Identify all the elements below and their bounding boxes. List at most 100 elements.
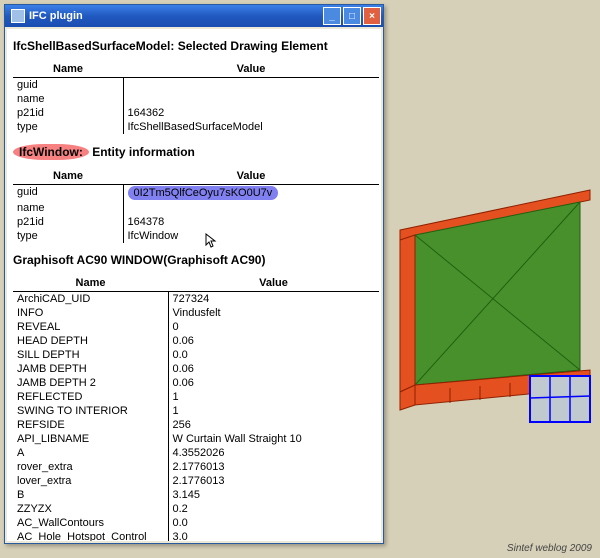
table-row: AC_Hole_Hotspot_Control3.0 bbox=[13, 530, 379, 541]
table-row: p21id164378 bbox=[13, 215, 379, 229]
cell-value: 4.3552026 bbox=[168, 446, 379, 460]
cell-name: REFLECTED bbox=[13, 390, 168, 404]
cell-name: guid bbox=[13, 78, 123, 93]
titlebar[interactable]: IFC plugin _ □ × bbox=[5, 5, 383, 27]
col-header-name: Name bbox=[13, 61, 123, 78]
cell-name: guid bbox=[13, 185, 123, 202]
cell-name: p21id bbox=[13, 215, 123, 229]
table-row: REVEAL0 bbox=[13, 320, 379, 334]
col-header-value: Value bbox=[168, 275, 379, 292]
table-row: guid 0I2Tm5QlfCeOyu7sKO0U7v bbox=[13, 185, 379, 202]
cell-value: 1 bbox=[168, 404, 379, 418]
cell-value bbox=[123, 92, 379, 106]
table-row: INFOVindusfelt bbox=[13, 306, 379, 320]
cell-value: IfcShellBasedSurfaceModel bbox=[123, 120, 379, 134]
ifc-plugin-window: IFC plugin _ □ × IfcShellBasedSurfaceMod… bbox=[4, 4, 384, 544]
table-row: HEAD DEPTH0.06 bbox=[13, 334, 379, 348]
cell-value: 0.06 bbox=[168, 334, 379, 348]
cell-name: rover_extra bbox=[13, 460, 168, 474]
cell-name: lover_extra bbox=[13, 474, 168, 488]
cell-value: 3.0 bbox=[168, 530, 379, 541]
cell-name: AC_WallContours bbox=[13, 516, 168, 530]
cell-name: AC_Hole_Hotspot_Control bbox=[13, 530, 168, 541]
cell-value: 0.06 bbox=[168, 376, 379, 390]
cell-value: 164378 bbox=[123, 215, 379, 229]
content-area[interactable]: IfcShellBasedSurfaceModel: Selected Draw… bbox=[7, 29, 381, 541]
cell-name: name bbox=[13, 201, 123, 215]
table-row: JAMB DEPTH 20.06 bbox=[13, 376, 379, 390]
cell-name: SILL DEPTH bbox=[13, 348, 168, 362]
cell-value: 2.1776013 bbox=[168, 460, 379, 474]
cell-name: A bbox=[13, 446, 168, 460]
table-row: API_LIBNAMEW Curtain Wall Straight 10 bbox=[13, 432, 379, 446]
cell-value bbox=[123, 201, 379, 215]
table-row: SILL DEPTH0.0 bbox=[13, 348, 379, 362]
table-row: lover_extra2.1776013 bbox=[13, 474, 379, 488]
footer-credit: Sintef weblog 2009 bbox=[507, 543, 592, 554]
cell-value: 0 bbox=[168, 320, 379, 334]
section2-heading: IfcWindow: Entity information bbox=[13, 144, 379, 160]
cell-value: 0.0 bbox=[168, 348, 379, 362]
table-row: A4.3552026 bbox=[13, 446, 379, 460]
table-row: JAMB DEPTH0.06 bbox=[13, 362, 379, 376]
section1-heading: IfcShellBasedSurfaceModel: Selected Draw… bbox=[13, 39, 379, 53]
table-row: ZZYZX0.2 bbox=[13, 502, 379, 516]
cell-value: 0.2 bbox=[168, 502, 379, 516]
minimize-button[interactable]: _ bbox=[323, 7, 341, 25]
cell-value: 164362 bbox=[123, 106, 379, 120]
table-row: name bbox=[13, 92, 379, 106]
cell-name: p21id bbox=[13, 106, 123, 120]
table-row: REFLECTED1 bbox=[13, 390, 379, 404]
cell-value: 0I2Tm5QlfCeOyu7sKO0U7v bbox=[123, 185, 379, 202]
close-button[interactable]: × bbox=[363, 7, 381, 25]
cell-name: name bbox=[13, 92, 123, 106]
cell-value: 3.145 bbox=[168, 488, 379, 502]
cell-name: API_LIBNAME bbox=[13, 432, 168, 446]
col-header-value: Value bbox=[123, 61, 379, 78]
cell-name: REFSIDE bbox=[13, 418, 168, 432]
3d-viewport bbox=[380, 130, 600, 450]
col-header-value: Value bbox=[123, 168, 379, 185]
cell-value: 0.06 bbox=[168, 362, 379, 376]
cell-name: REVEAL bbox=[13, 320, 168, 334]
table-row: typeIfcShellBasedSurfaceModel bbox=[13, 120, 379, 134]
cell-value: IfcWindow bbox=[123, 229, 379, 243]
cell-value: 2.1776013 bbox=[168, 474, 379, 488]
table-row: SWING TO INTERIOR1 bbox=[13, 404, 379, 418]
cell-value: 727324 bbox=[168, 292, 379, 307]
section1-table: Name Value guidnamep21id164362typeIfcShe… bbox=[13, 61, 379, 134]
table-row: REFSIDE256 bbox=[13, 418, 379, 432]
table-row: rover_extra2.1776013 bbox=[13, 460, 379, 474]
col-header-name: Name bbox=[13, 275, 168, 292]
cell-value: 0.0 bbox=[168, 516, 379, 530]
table-row: AC_WallContours0.0 bbox=[13, 516, 379, 530]
cell-name: type bbox=[13, 229, 123, 243]
cell-name: JAMB DEPTH 2 bbox=[13, 376, 168, 390]
cell-value: 256 bbox=[168, 418, 379, 432]
cell-name: ZZYZX bbox=[13, 502, 168, 516]
table-row: guid bbox=[13, 78, 379, 93]
cell-name: SWING TO INTERIOR bbox=[13, 404, 168, 418]
cell-value: Vindusfelt bbox=[168, 306, 379, 320]
selected-window-highlight bbox=[530, 376, 590, 422]
table-row: name bbox=[13, 201, 379, 215]
table-row: p21id164362 bbox=[13, 106, 379, 120]
section2-table: Name Value guid 0I2Tm5QlfCeOyu7sKO0U7v nam… bbox=[13, 168, 379, 243]
maximize-button[interactable]: □ bbox=[343, 7, 361, 25]
app-icon bbox=[11, 9, 25, 23]
window-title: IFC plugin bbox=[29, 10, 321, 22]
cell-name: ArchiCAD_UID bbox=[13, 292, 168, 307]
col-header-name: Name bbox=[13, 168, 123, 185]
cell-value: W Curtain Wall Straight 10 bbox=[168, 432, 379, 446]
table-row: B3.145 bbox=[13, 488, 379, 502]
table-row: ArchiCAD_UID727324 bbox=[13, 292, 379, 307]
cell-name: INFO bbox=[13, 306, 168, 320]
cell-value bbox=[123, 78, 379, 93]
cell-name: type bbox=[13, 120, 123, 134]
guid-highlight: 0I2Tm5QlfCeOyu7sKO0U7v bbox=[128, 186, 279, 200]
cell-name: B bbox=[13, 488, 168, 502]
cell-name: JAMB DEPTH bbox=[13, 362, 168, 376]
section3-heading: Graphisoft AC90 WINDOW(Graphisoft AC90) bbox=[13, 253, 379, 267]
section3-table: Name Value ArchiCAD_UID727324INFOVindusf… bbox=[13, 275, 379, 541]
cell-value: 1 bbox=[168, 390, 379, 404]
